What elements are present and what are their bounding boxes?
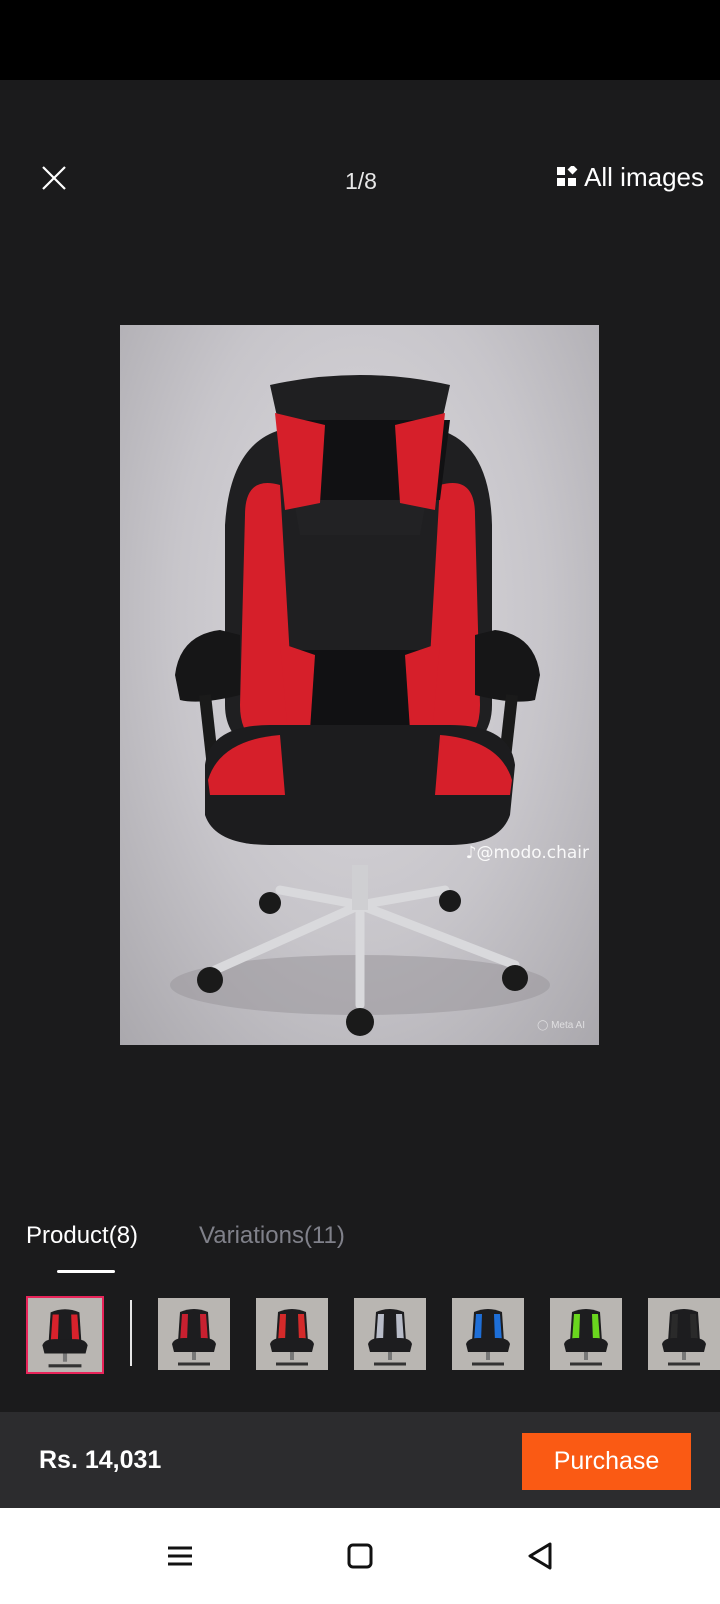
thumbnail[interactable] xyxy=(550,1298,622,1370)
tab-product[interactable]: Product(8) xyxy=(26,1222,138,1250)
thumbnail-strip xyxy=(0,1296,720,1374)
all-images-button[interactable]: All images xyxy=(556,160,704,194)
close-button[interactable] xyxy=(34,158,74,198)
back-button[interactable] xyxy=(520,1536,560,1576)
image-watermark: ♪@modo.chair xyxy=(465,843,589,863)
menu-button[interactable] xyxy=(160,1536,200,1576)
all-images-label: All images xyxy=(584,161,704,192)
ai-watermark: ◯ Meta AI xyxy=(537,1020,585,1031)
viewer-top-bar: 1/8 All images xyxy=(0,140,720,216)
purchase-bar: Rs. 14,031 Purchase xyxy=(0,1412,720,1508)
grid-icon xyxy=(557,166,578,186)
home-button[interactable] xyxy=(340,1536,380,1576)
thumbnail[interactable] xyxy=(256,1298,328,1370)
product-image[interactable]: ♪@modo.chair ◯ Meta AI xyxy=(120,325,599,1045)
close-icon xyxy=(42,166,66,190)
purchase-button[interactable]: Purchase xyxy=(522,1433,691,1490)
thumbnail-divider xyxy=(130,1300,132,1366)
active-tab-indicator xyxy=(57,1270,115,1273)
price: Rs. 14,031 xyxy=(39,1446,162,1474)
thumbnail-selected[interactable] xyxy=(26,1296,104,1374)
thumbnail[interactable] xyxy=(452,1298,524,1370)
gaming-chair-illustration xyxy=(170,375,550,1036)
menu-icon xyxy=(168,1546,192,1566)
system-navigation-bar xyxy=(0,1508,720,1604)
thumbnail[interactable] xyxy=(158,1298,230,1370)
gallery-tabs: Product(8) Variations(11) xyxy=(0,1210,720,1273)
status-bar xyxy=(0,0,720,80)
back-triangle-icon xyxy=(528,1542,552,1570)
thumbnail[interactable] xyxy=(648,1298,720,1370)
tab-variations[interactable]: Variations(11) xyxy=(199,1222,345,1250)
home-square-icon xyxy=(347,1543,373,1569)
thumbnail[interactable] xyxy=(354,1298,426,1370)
image-counter: 1/8 xyxy=(345,168,377,194)
